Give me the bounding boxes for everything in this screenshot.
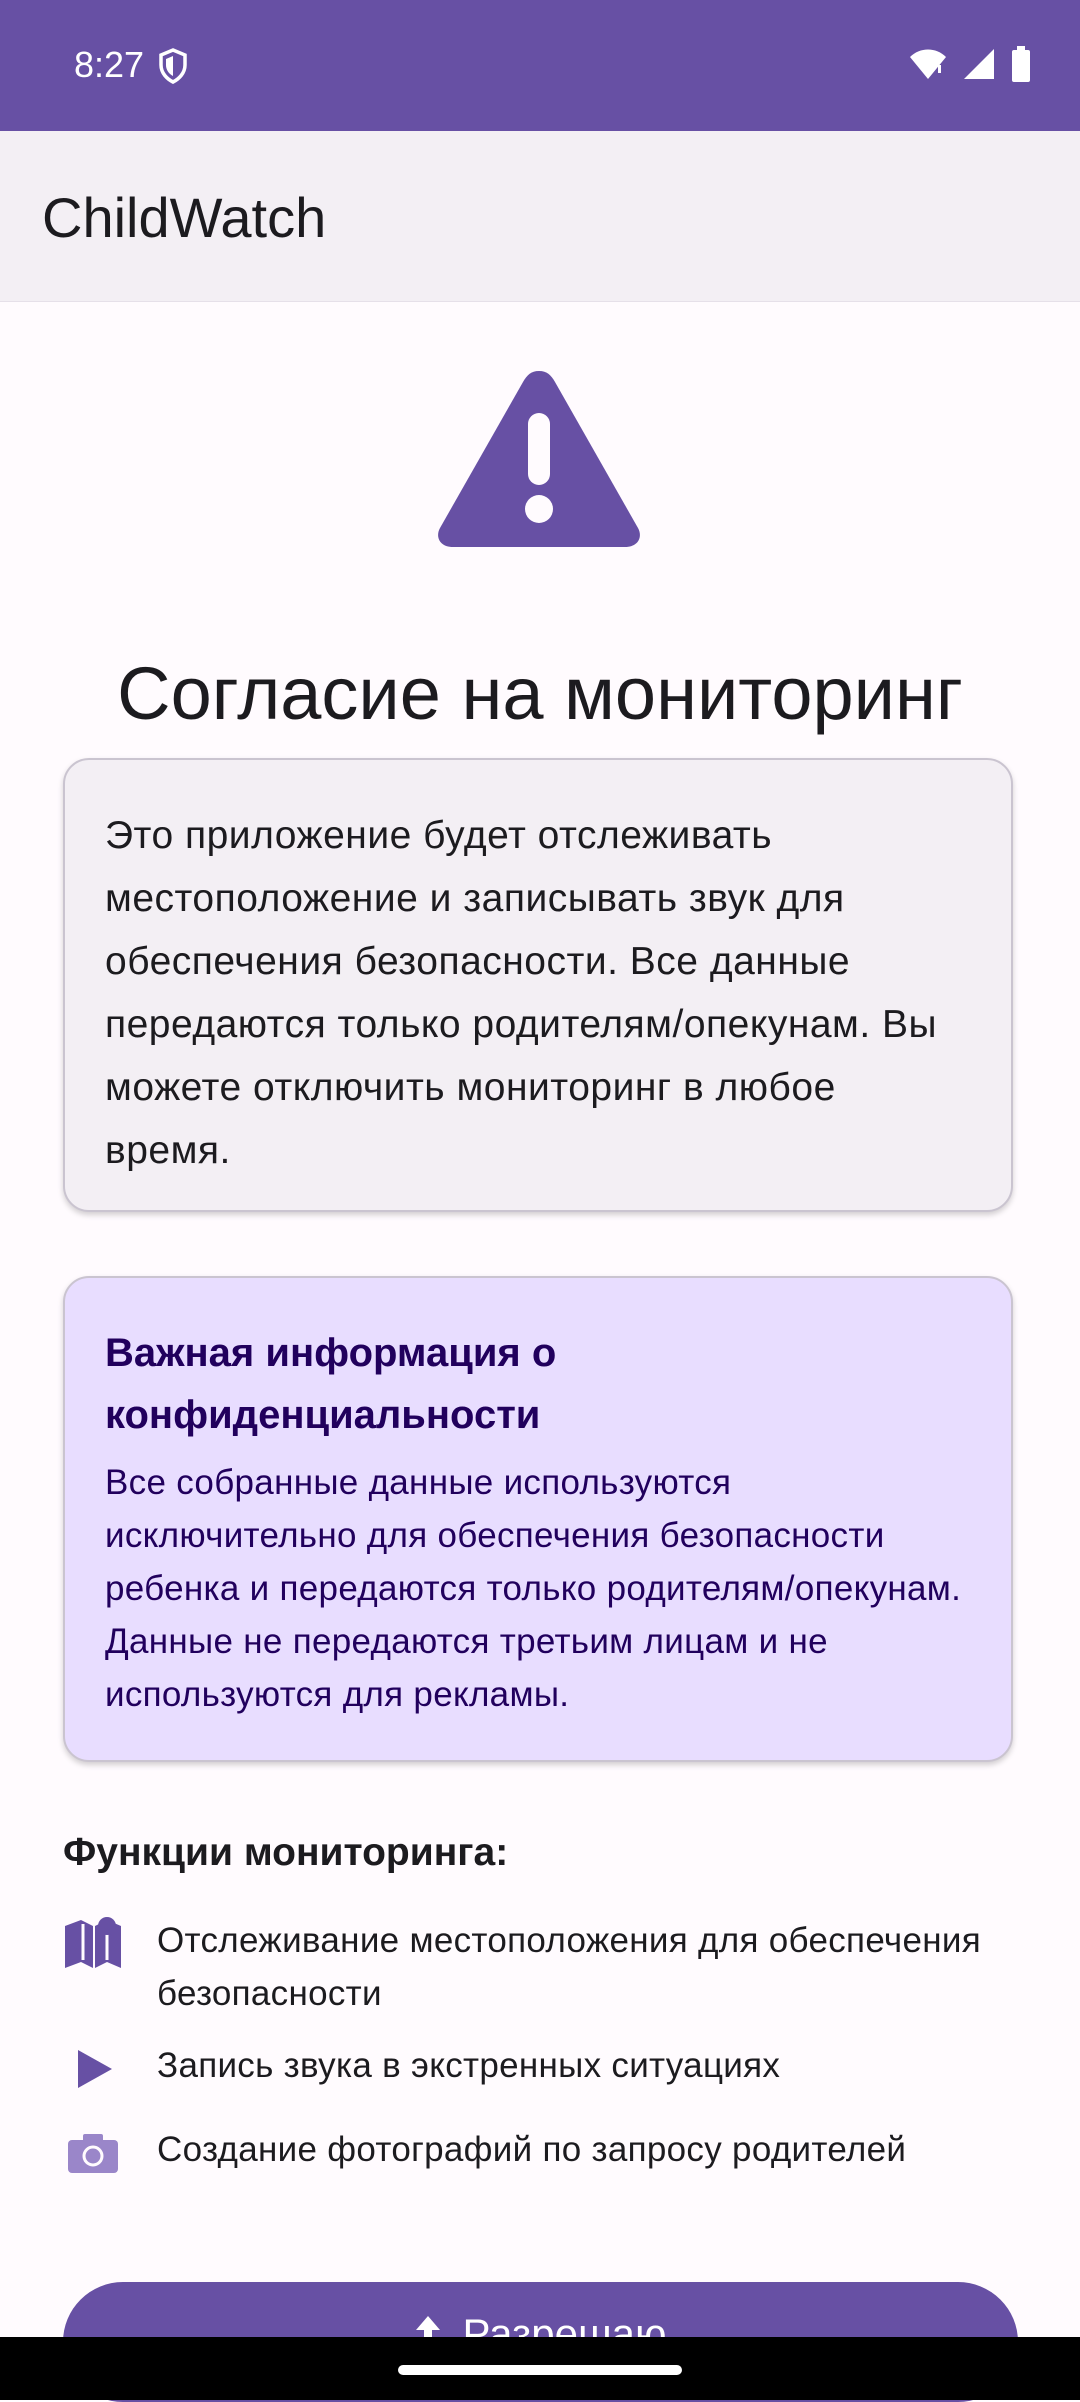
app-title: ChildWatch <box>42 186 327 249</box>
features-heading: Функции мониторинга: <box>63 1831 509 1874</box>
status-bar: 8:27 <box>0 0 1080 131</box>
app-bar: ChildWatch <box>0 131 1080 302</box>
navigation-bar <box>0 2337 1080 2400</box>
consent-title: Согласие на мониторинг <box>117 652 963 735</box>
home-gesture-handle[interactable] <box>398 2365 682 2375</box>
battery-icon <box>1010 46 1032 87</box>
consent-description-card: Это приложение будет отслеживать местопо… <box>63 758 1013 1212</box>
feature-label: Отслеживание местоположения для обеспече… <box>157 1921 981 2013</box>
feature-item-location: Отслеживание местоположения для обеспече… <box>63 1914 1023 2020</box>
map-icon <box>63 1914 123 1974</box>
play-icon <box>63 2039 123 2099</box>
wifi-icon <box>908 47 948 86</box>
feature-item-audio: Запись звука в экстренных ситуациях <box>63 2039 1023 2099</box>
feature-label: Создание фотографий по запросу родителей <box>157 2130 907 2169</box>
privacy-heading: Важная информация о конфиденциальности <box>105 1331 557 1437</box>
status-icons <box>908 46 1032 87</box>
consent-screen[interactable]: Согласие на мониторинг Это приложение бу… <box>0 301 1080 2291</box>
shield-icon <box>158 48 188 89</box>
warning-icon <box>433 363 645 558</box>
privacy-card: Важная информация о конфиденциальности В… <box>63 1276 1013 1762</box>
consent-description: Это приложение будет отслеживать местопо… <box>105 814 938 1172</box>
feature-label: Запись звука в экстренных ситуациях <box>157 2046 781 2085</box>
feature-item-photo: Создание фотографий по запросу родителей <box>63 2123 1023 2183</box>
privacy-text: Все собранные данные используются исключ… <box>105 1463 962 1714</box>
status-time: 8:27 <box>74 44 145 85</box>
camera-icon <box>63 2123 123 2183</box>
signal-icon <box>962 47 996 86</box>
